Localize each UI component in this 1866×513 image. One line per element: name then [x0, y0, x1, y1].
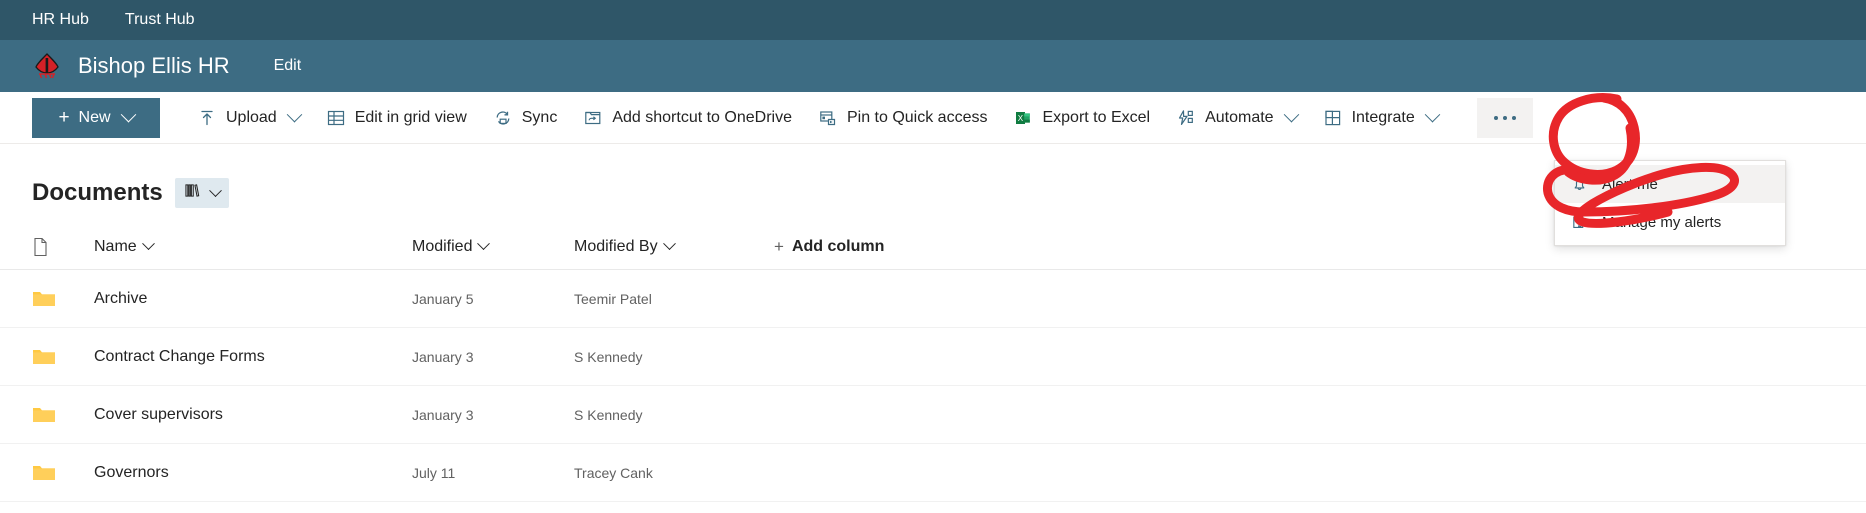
chevron-down-icon — [141, 237, 155, 251]
modified-by-column-label: Modified By — [574, 237, 658, 255]
upload-icon — [197, 108, 217, 128]
hub-navigation-bar: HR Hub Trust Hub — [0, 0, 1866, 40]
modified-by-name: S Kennedy — [574, 406, 643, 423]
site-header: Bishop Ellis HR Edit — [0, 40, 1866, 92]
command-bar: + New Upload Edit in grid view Sync Add … — [0, 92, 1866, 144]
integrate-button[interactable]: Integrate — [1310, 98, 1451, 138]
page-title: Documents — [32, 179, 163, 206]
modified-by-name: S Kennedy — [574, 348, 643, 365]
edit-in-grid-view-button[interactable]: Edit in grid view — [313, 98, 480, 138]
add-shortcut-to-onedrive-label: Add shortcut to OneDrive — [612, 108, 792, 126]
edit-alerts-icon — [1569, 212, 1589, 232]
ellipsis-icon — [1511, 115, 1516, 120]
file-name[interactable]: Governors — [94, 464, 412, 482]
site-title[interactable]: Bishop Ellis HR — [78, 53, 230, 79]
folder-icon — [32, 463, 94, 482]
name-column-label: Name — [94, 237, 137, 255]
onedrive-shortcut-icon — [583, 108, 603, 128]
folder-icon — [32, 347, 94, 366]
view-selector-button[interactable] — [174, 178, 229, 208]
file-type-column-header[interactable] — [32, 237, 94, 257]
plus-icon: + — [58, 107, 70, 128]
upload-button[interactable]: Upload — [184, 98, 313, 138]
file-name[interactable]: Archive — [94, 290, 412, 308]
chevron-down-icon — [662, 237, 676, 251]
hubnav-item-hr-hub[interactable]: HR Hub — [32, 0, 111, 40]
documents-list: Name Modified Modified By + Add column Ar… — [0, 224, 1866, 502]
sync-label: Sync — [521, 108, 558, 126]
file-name[interactable]: Contract Change Forms — [94, 348, 412, 366]
chevron-down-icon — [286, 106, 302, 123]
sharepoint-document-library-page: HR Hub Trust Hub Bishop Ellis HR Edit + … — [0, 0, 1866, 513]
ellipsis-icon — [1493, 115, 1498, 120]
chevron-down-icon — [1283, 106, 1299, 123]
grid-icon — [326, 108, 346, 128]
name-column-header[interactable]: Name — [94, 237, 412, 256]
export-to-excel-label: Export to Excel — [1042, 108, 1151, 126]
new-button-label: New — [78, 108, 111, 126]
add-column-label: Add column — [791, 237, 885, 255]
add-shortcut-to-onedrive-button[interactable]: Add shortcut to OneDrive — [570, 98, 805, 138]
more-commands-menu: Alert me Manage my alerts — [1554, 160, 1786, 246]
bishop-mitre-logo-icon — [32, 51, 62, 81]
table-row[interactable]: Governors July 11 Tracey Cank — [0, 444, 1866, 502]
pin-to-quick-access-button[interactable]: Pin to Quick access — [805, 98, 1001, 138]
chevron-down-icon — [208, 183, 222, 197]
folder-icon — [32, 289, 94, 308]
modified-date: July 11 — [412, 464, 456, 481]
table-row[interactable]: Contract Change Forms January 3 S Kenned… — [0, 328, 1866, 386]
integrate-icon — [1323, 108, 1343, 128]
pin-to-quick-access-label: Pin to Quick access — [846, 108, 988, 126]
edit-in-grid-view-label: Edit in grid view — [354, 108, 467, 126]
file-name[interactable]: Cover supervisors — [94, 406, 412, 424]
pin-quick-access-icon — [818, 108, 838, 128]
chevron-down-icon — [120, 106, 136, 123]
all-documents-view-icon — [184, 183, 201, 203]
table-row[interactable]: Archive January 5 Teemir Patel — [0, 270, 1866, 328]
modified-by-name: Tracey Cank — [574, 464, 653, 481]
chevron-down-icon — [477, 237, 491, 251]
menu-item-alert-me-label: Alert me — [1602, 175, 1658, 193]
ellipsis-icon — [1502, 115, 1507, 120]
menu-item-manage-my-alerts[interactable]: Manage my alerts — [1555, 203, 1785, 241]
site-edit-link[interactable]: Edit — [274, 57, 302, 75]
modified-date: January 3 — [412, 348, 474, 365]
svg-text:X: X — [1018, 114, 1024, 123]
modified-date: January 5 — [412, 290, 474, 307]
excel-icon: X — [1013, 108, 1033, 128]
menu-item-manage-my-alerts-label: Manage my alerts — [1602, 213, 1722, 231]
chevron-down-icon — [1424, 106, 1440, 123]
modified-by-column-header[interactable]: Modified By — [574, 237, 774, 256]
export-to-excel-button[interactable]: X Export to Excel — [1000, 98, 1163, 138]
automate-label: Automate — [1205, 108, 1274, 126]
folder-icon — [32, 405, 94, 424]
modified-by-name: Teemir Patel — [574, 290, 652, 307]
automate-icon — [1176, 108, 1196, 128]
automate-button[interactable]: Automate — [1163, 98, 1309, 138]
new-button[interactable]: + New — [32, 97, 160, 138]
hubnav-item-trust-hub[interactable]: Trust Hub — [111, 0, 209, 40]
menu-item-alert-me[interactable]: Alert me — [1555, 165, 1785, 203]
upload-label: Upload — [226, 108, 277, 126]
integrate-label: Integrate — [1351, 108, 1415, 126]
modified-date: January 3 — [412, 406, 474, 423]
bell-icon — [1569, 174, 1589, 194]
sync-button[interactable]: Sync — [480, 98, 571, 138]
sync-icon — [493, 108, 513, 128]
plus-icon: + — [774, 236, 784, 256]
table-row[interactable]: Cover supervisors January 3 S Kennedy — [0, 386, 1866, 444]
modified-column-header[interactable]: Modified — [412, 237, 574, 256]
modified-column-label: Modified — [412, 237, 473, 255]
more-commands-button[interactable] — [1476, 97, 1533, 138]
